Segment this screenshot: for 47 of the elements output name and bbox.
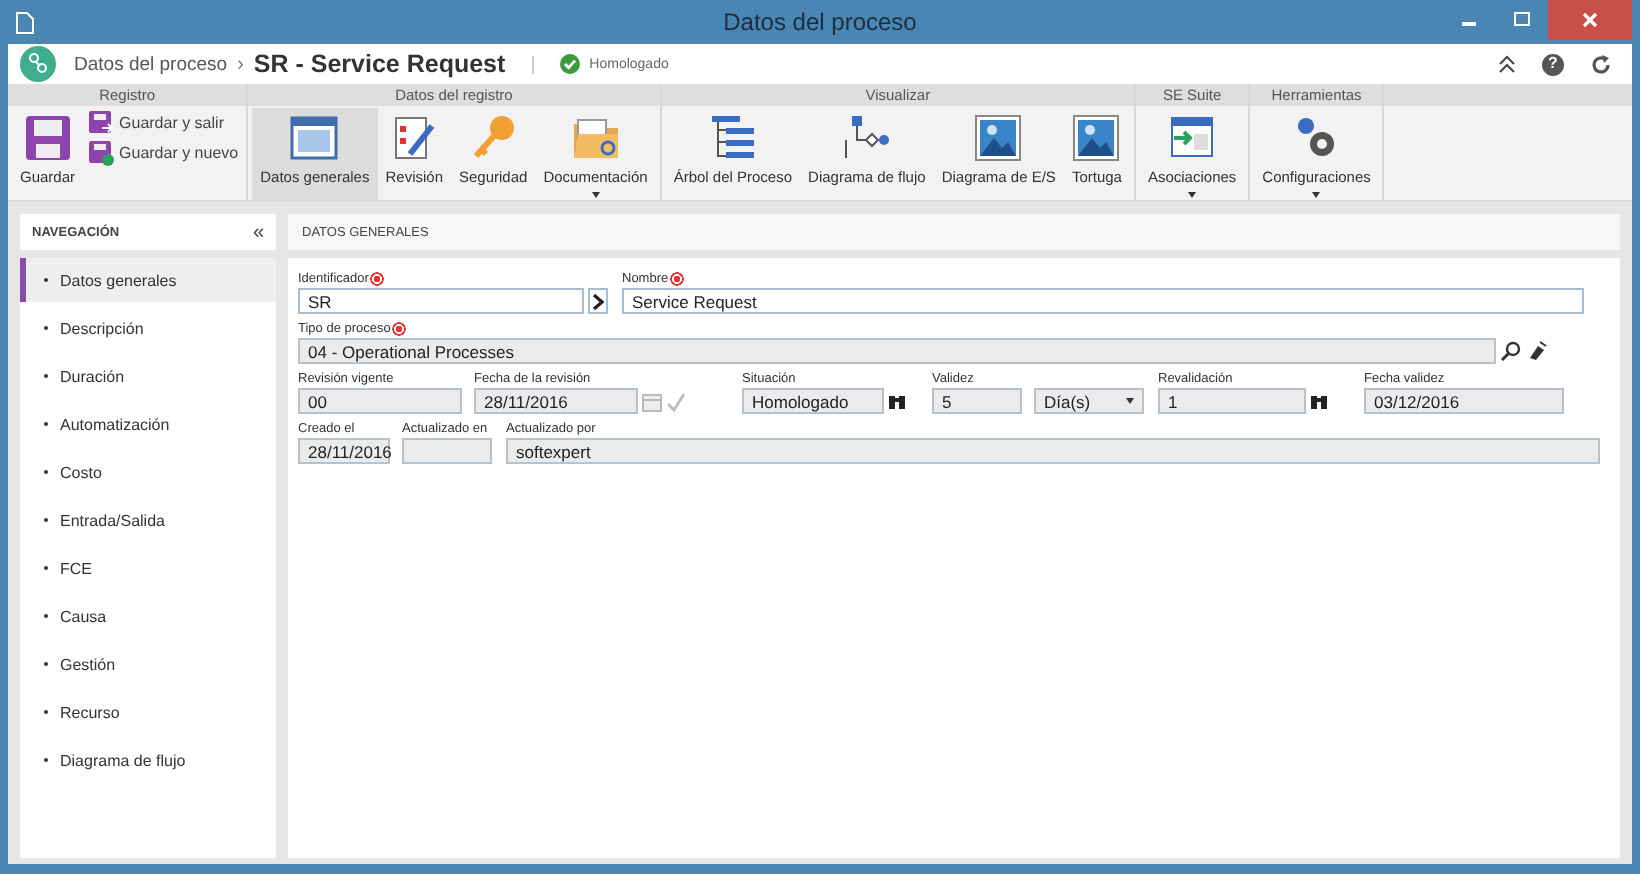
input-field[interactable]: Service Request	[622, 288, 1584, 314]
flowchart-icon	[842, 114, 891, 162]
record-title: SR - Service Request	[253, 50, 506, 78]
navigation-item[interactable]: Descripción	[20, 306, 276, 350]
breadcrumb-separator: ›	[237, 53, 244, 75]
maximize-icon	[1514, 12, 1530, 28]
close-icon	[1582, 12, 1598, 28]
binoculars-icon[interactable]	[888, 392, 906, 410]
check-icon[interactable]	[666, 391, 686, 411]
navigation-item[interactable]: Recurso	[20, 690, 276, 734]
navigation-item[interactable]: Diagrama de flujo	[20, 738, 276, 782]
key-icon	[469, 114, 518, 162]
document-icon	[16, 11, 34, 33]
link-window-icon	[1168, 114, 1217, 162]
navigation-item[interactable]: Gestión	[20, 642, 276, 686]
navigation-item[interactable]: Causa	[20, 594, 276, 638]
next-arrow-button[interactable]	[588, 288, 608, 314]
navigation-item[interactable]: FCE	[20, 546, 276, 590]
ribbon-button[interactable]: Guardar y nuevo	[83, 140, 243, 166]
navigation-item[interactable]: Automatización	[20, 402, 276, 446]
input-field[interactable]: SR	[298, 288, 584, 314]
edit-document-icon	[390, 114, 439, 162]
search-icon[interactable]	[1500, 340, 1522, 362]
ribbon-button[interactable]: Guardar y salir	[83, 110, 243, 136]
dropdown-caret-icon	[1126, 398, 1134, 404]
window-title: Datos del proceso	[721, 8, 919, 36]
image-icon	[1072, 114, 1121, 162]
navigation-item[interactable]: Costo	[20, 450, 276, 494]
collapse-button[interactable]: «	[252, 221, 264, 243]
binoculars-icon[interactable]	[1310, 392, 1328, 410]
approved-badge-icon	[559, 54, 580, 74]
collapse-up-icon[interactable]	[1498, 54, 1516, 74]
navigation-item[interactable]: Entrada/Salida	[20, 498, 276, 542]
tree-list-icon	[708, 114, 757, 162]
eraser-icon[interactable]	[1526, 340, 1548, 362]
window-icon	[290, 114, 339, 162]
folder-icon	[571, 114, 620, 162]
save-add-icon	[87, 140, 114, 166]
save-exit-icon	[87, 110, 114, 136]
image-icon	[974, 114, 1023, 162]
close-button[interactable]	[1548, 0, 1632, 40]
navigation-item[interactable]: Datos generales	[20, 258, 276, 302]
navigation-item[interactable]: Duración	[20, 354, 276, 398]
help-button[interactable]: ?	[1542, 53, 1564, 75]
save-icon	[23, 114, 72, 162]
breadcrumb-link[interactable]: Datos del proceso	[74, 53, 228, 75]
refresh-icon[interactable]	[1590, 53, 1612, 75]
